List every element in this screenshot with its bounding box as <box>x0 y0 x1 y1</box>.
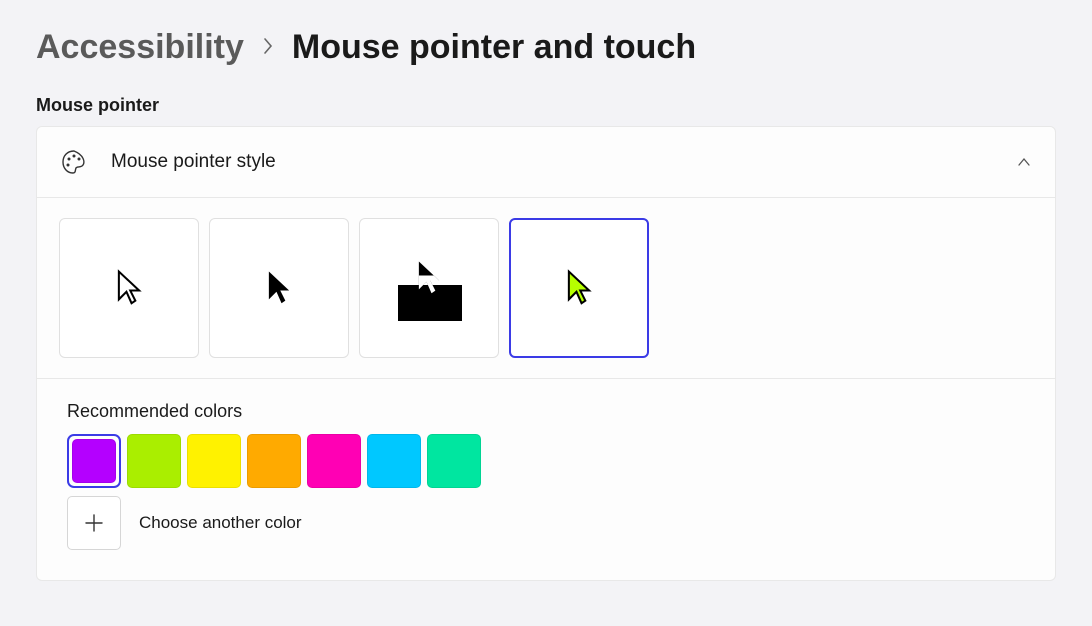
color-swatch <box>72 439 116 483</box>
breadcrumb-current: Mouse pointer and touch <box>292 28 696 67</box>
pointer-styles-row <box>37 198 1055 379</box>
recommended-colors-section: Recommended colors Choose another color <box>37 379 1055 580</box>
color-swatch[interactable] <box>187 434 241 488</box>
chevron-right-icon <box>262 35 274 61</box>
cursor-icon <box>265 269 293 307</box>
cursor-icon <box>415 259 443 297</box>
choose-another-color-button[interactable] <box>67 496 121 550</box>
color-swatch[interactable] <box>307 434 361 488</box>
color-swatches-row <box>67 434 1025 488</box>
pointer-style-custom[interactable] <box>509 218 649 358</box>
choose-color-row: Choose another color <box>67 496 1025 550</box>
pointer-style-white[interactable] <box>59 218 199 358</box>
color-swatch-selected[interactable] <box>67 434 121 488</box>
color-swatch[interactable] <box>127 434 181 488</box>
cursor-icon <box>565 269 593 307</box>
recommended-colors-label: Recommended colors <box>67 401 1025 422</box>
palette-icon <box>61 149 87 175</box>
panel-header[interactable]: Mouse pointer style <box>37 127 1055 198</box>
plus-icon <box>84 513 104 533</box>
pointer-style-black[interactable] <box>209 218 349 358</box>
chevron-up-icon <box>1017 155 1031 169</box>
panel-title: Mouse pointer style <box>111 151 993 173</box>
section-title: Mouse pointer <box>0 77 1092 126</box>
breadcrumb: Accessibility Mouse pointer and touch <box>0 0 1092 77</box>
color-swatch[interactable] <box>247 434 301 488</box>
pointer-style-inverted[interactable] <box>359 218 499 358</box>
choose-another-color-label: Choose another color <box>139 513 302 533</box>
cursor-icon <box>115 269 143 307</box>
color-swatch[interactable] <box>367 434 421 488</box>
breadcrumb-parent[interactable]: Accessibility <box>36 28 244 67</box>
mouse-pointer-style-panel: Mouse pointer style <box>36 126 1056 581</box>
color-swatch[interactable] <box>427 434 481 488</box>
